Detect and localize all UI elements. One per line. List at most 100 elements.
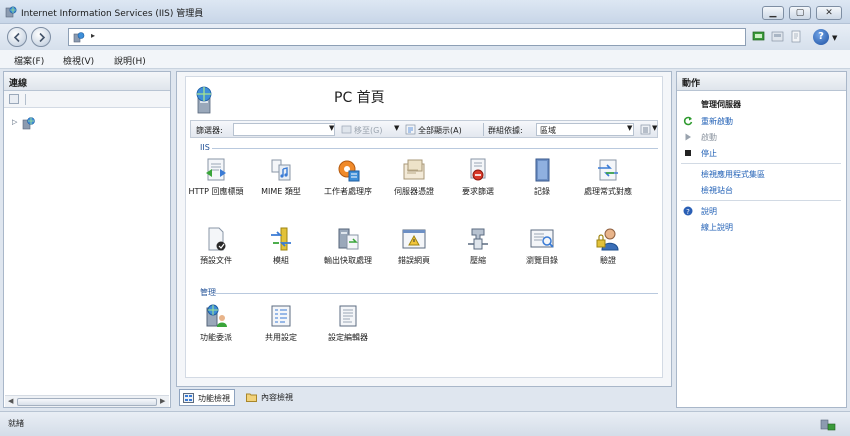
directory-browsing-icon — [530, 229, 554, 248]
feature-error-pages[interactable]: 錯誤網頁 — [386, 225, 442, 266]
server-node-icon — [73, 32, 85, 43]
close-button[interactable]: ✕ — [816, 6, 842, 20]
feature-label: 工作者處理序 — [324, 187, 372, 196]
save-connection-icon[interactable] — [771, 30, 784, 43]
feature-server-certificates[interactable]: 伺服器憑證 — [386, 156, 442, 197]
group-by-dropdown-icon[interactable]: ▼ — [627, 124, 632, 132]
feature-mime-types[interactable]: MIME 類型 — [253, 156, 309, 197]
stop-link[interactable]: 停止 — [701, 148, 717, 159]
title-bar: Internet Information Services (IIS) 管理員 … — [0, 0, 850, 24]
scroll-right-icon[interactable]: ▶ — [160, 397, 165, 405]
show-all-button[interactable]: 全部顯示(A) — [418, 125, 462, 136]
view-options-icon[interactable] — [640, 124, 651, 135]
features-panel: PC 首頁 篩選器: ▼ 移至(G) ▼ 全部顯示(A) 群組依據: 區域 ▼ — [176, 71, 672, 387]
connect-icon[interactable] — [752, 30, 765, 43]
tree-expand-icon[interactable]: ▷ — [12, 118, 17, 126]
feature-authentication[interactable]: 驗證 — [580, 225, 636, 266]
feature-label: 共用設定 — [265, 333, 297, 342]
group-divider — [212, 293, 658, 294]
help-link[interactable]: 說明 — [701, 206, 717, 217]
compression-icon — [468, 228, 488, 250]
feature-label: 錯誤網頁 — [398, 256, 430, 265]
feature-label: HTTP 回應標頭 — [188, 187, 244, 196]
actions-header: 動作 — [677, 72, 846, 91]
tree-node-server[interactable]: ▷ — [12, 115, 52, 131]
address-segment-arrow[interactable]: ▸ — [91, 31, 95, 40]
go-dropdown-icon[interactable]: ▼ — [394, 124, 399, 132]
tab-content-view[interactable]: 內容檢視 — [243, 389, 297, 406]
feature-request-filtering[interactable]: 要求篩選 — [450, 156, 506, 197]
create-connection-icon[interactable] — [9, 94, 19, 104]
go-icon[interactable] — [341, 124, 352, 135]
start-link[interactable]: 啟動 — [701, 132, 717, 143]
back-button[interactable] — [7, 27, 27, 47]
feature-label: 要求篩選 — [462, 187, 494, 196]
status-bar: 就緒 — [0, 411, 850, 436]
features-view-icon — [183, 393, 194, 403]
feature-handler-mappings[interactable]: 處理常式對應 — [580, 156, 636, 197]
menu-view[interactable]: 檢視(V) — [63, 54, 94, 67]
feature-delegation[interactable]: 功能委派 — [188, 302, 244, 343]
feature-shared-configuration[interactable]: 共用設定 — [253, 302, 309, 343]
feature-logging[interactable]: 記錄 — [514, 156, 570, 197]
iis-app-icon — [5, 6, 17, 18]
minimize-button[interactable]: ▁ — [762, 6, 784, 20]
chevron-down-icon[interactable]: ▼ — [832, 34, 837, 42]
feature-label: 瀏覽目錄 — [526, 256, 558, 265]
content-view-icon — [246, 393, 257, 402]
filter-label: 篩選器: — [196, 126, 223, 135]
refresh-page-icon[interactable] — [790, 30, 803, 43]
feature-output-caching[interactable]: 輸出快取處理 — [320, 225, 376, 266]
feature-http-headers[interactable]: HTTP 回應標頭 — [188, 156, 244, 197]
scrollbar-thumb[interactable] — [17, 398, 157, 406]
view-options-dropdown-icon[interactable]: ▼ — [652, 124, 657, 132]
feature-configuration-editor[interactable]: 設定編輯器 — [320, 302, 376, 343]
view-sites-link[interactable]: 檢視站台 — [701, 185, 733, 196]
feature-worker-processes[interactable]: 工作者處理序 — [320, 156, 376, 197]
actions-panel: 動作 管理伺服器 重新啟動 啟動 停止 檢視應用程式集區 檢視站台 ? 說明 線… — [676, 71, 847, 408]
feature-default-document[interactable]: 預設文件 — [188, 225, 244, 266]
maximize-button[interactable]: ▢ — [789, 6, 811, 20]
feature-modules[interactable]: 模組 — [253, 225, 309, 266]
address-bar[interactable]: ▸ — [68, 28, 746, 46]
filter-dropdown-icon[interactable]: ▼ — [329, 124, 334, 132]
feature-label: 設定編輯器 — [328, 333, 368, 342]
tab-features-view[interactable]: 功能檢視 — [179, 389, 235, 406]
menu-help[interactable]: 說明(H) — [114, 54, 146, 67]
show-all-icon[interactable] — [405, 124, 416, 135]
scroll-left-icon[interactable]: ◀ — [8, 397, 13, 405]
forward-button[interactable] — [31, 27, 51, 47]
svg-text:?: ? — [686, 208, 690, 216]
feature-directory-browsing[interactable]: 瀏覽目錄 — [514, 225, 570, 266]
filter-input[interactable] — [233, 123, 335, 136]
authentication-icon — [596, 228, 619, 251]
request-filtering-icon — [470, 158, 486, 181]
mime-types-icon — [271, 159, 291, 181]
help-icon[interactable]: ? — [813, 29, 829, 45]
feature-label: 功能委派 — [200, 333, 232, 342]
restart-link[interactable]: 重新啟動 — [701, 116, 733, 127]
feature-label: 輸出快取處理 — [324, 256, 372, 265]
feature-label: 壓縮 — [470, 256, 486, 265]
feature-compression[interactable]: 壓縮 — [450, 225, 506, 266]
back-arrow-icon — [13, 32, 20, 43]
actions-separator — [681, 163, 841, 164]
feature-label: 伺服器憑證 — [394, 187, 434, 196]
configuration-editor-icon — [339, 305, 357, 327]
help-icon: ? — [683, 206, 693, 216]
menu-bar: 檔案(F) 檢視(V) 說明(H) — [0, 50, 850, 69]
server-node-icon — [22, 117, 35, 130]
modules-icon — [271, 227, 291, 251]
horizontal-scrollbar[interactable]: ◀ ▶ — [5, 395, 169, 407]
online-help-link[interactable]: 線上說明 — [701, 222, 733, 233]
close-icon: ✕ — [825, 8, 833, 18]
page-title: PC 首頁 — [334, 90, 385, 106]
go-button[interactable]: 移至(G) — [354, 125, 382, 136]
feature-delegation-icon — [206, 304, 227, 327]
view-app-pools-link[interactable]: 檢視應用程式集區 — [701, 169, 765, 180]
group-header-iis: IIS — [200, 143, 210, 152]
shared-configuration-icon — [271, 305, 291, 327]
menu-file[interactable]: 檔案(F) — [14, 54, 44, 67]
address-toolbar: ▸ ? ▼ — [0, 24, 850, 50]
group-by-select[interactable]: 區域 — [536, 123, 634, 136]
